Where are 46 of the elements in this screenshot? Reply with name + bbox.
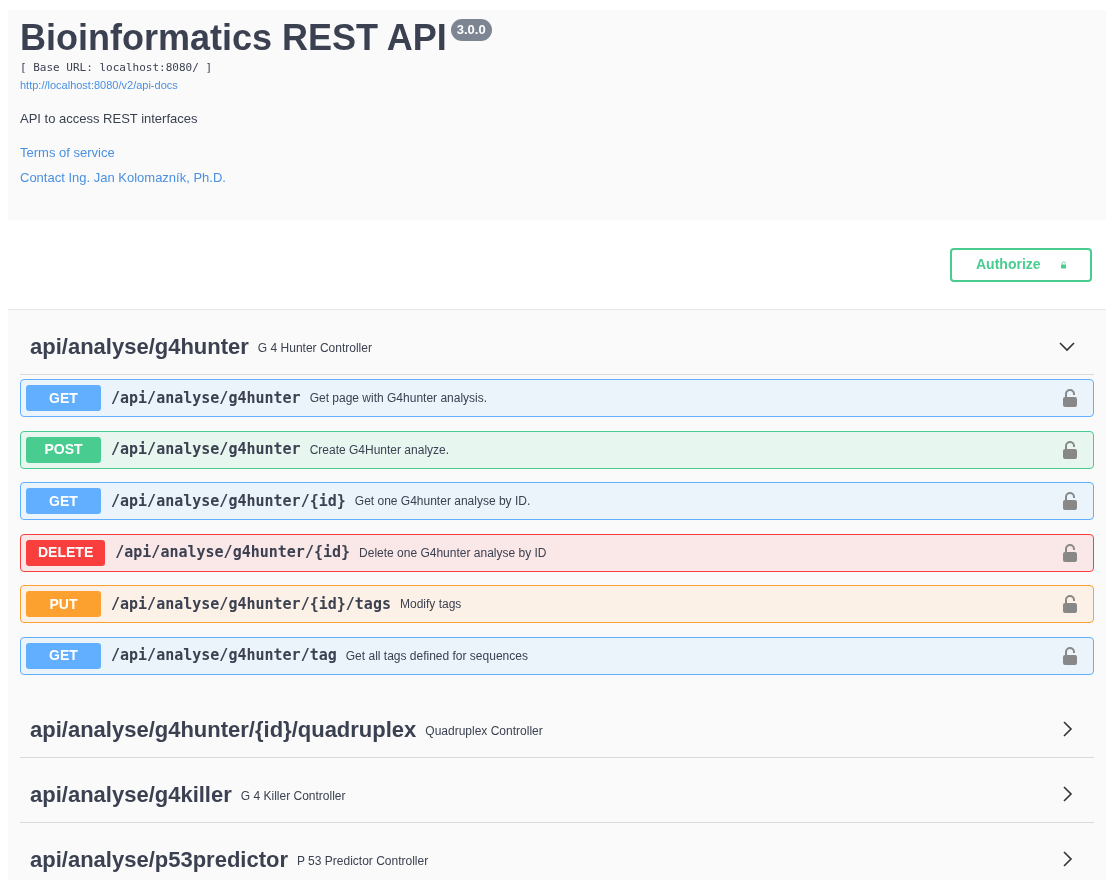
tag-header[interactable]: api/analyse/g4killer G 4 Killer Controller bbox=[20, 758, 1094, 823]
operation-row[interactable]: DELETE /api/analyse/g4hunter/{id} Delete one G4hunter analyse by ID bbox=[20, 533, 1094, 572]
lock-icon bbox=[1063, 440, 1077, 459]
tag-header[interactable]: api/analyse/g4hunter G 4 Hunter Controller bbox=[20, 310, 1094, 375]
lock-icon bbox=[1063, 646, 1077, 665]
operation-summary: Delete one G4hunter analyse by ID bbox=[359, 544, 547, 562]
operation-path: /api/analyse/g4hunter/{id}/tags bbox=[111, 593, 391, 615]
base-url: [ Base URL: localhost:8080/ ] bbox=[20, 60, 214, 76]
version-badge: 3.0.0 bbox=[450, 19, 492, 41]
lock-icon bbox=[1063, 389, 1077, 407]
method-badge: PUT bbox=[26, 591, 101, 617]
api-title: Bioinformatics REST API bbox=[20, 18, 447, 58]
method-badge: GET bbox=[26, 488, 101, 514]
operation-path: /api/analyse/g4hunter/tag bbox=[111, 645, 337, 667]
operation-path: /api/analyse/g4hunter/{id} bbox=[111, 490, 346, 512]
operation-row[interactable]: GET /api/analyse/g4hunter/{id} Get one G4hunter analyse by ID. bbox=[20, 482, 1094, 520]
lock-icon bbox=[1063, 492, 1077, 510]
operation-summary: Get all tags defined for sequences bbox=[345, 647, 528, 665]
operation-row[interactable]: GET /api/analyse/g4hunter/tag Get all tags defined for sequences bbox=[20, 636, 1094, 675]
operation-row[interactable]: PUT /api/analyse/g4hunter/{id}/tags Modify tags bbox=[20, 585, 1094, 623]
tag-name: api/analyse/g4hunter/{id}/quadruplex bbox=[30, 715, 417, 744]
operation-row[interactable]: POST /api/analyse/g4hunter Create G4Hunter analyze. bbox=[20, 430, 1094, 469]
operation-summary: Modify tags bbox=[399, 596, 462, 613]
method-badge: GET bbox=[26, 642, 101, 669]
operation-path: /api/analyse/g4hunter/{id} bbox=[115, 542, 351, 564]
tag-description: P 53 Predictor Controller bbox=[297, 853, 429, 870]
method-badge: GET bbox=[26, 385, 101, 411]
lock-icon bbox=[1063, 543, 1077, 562]
method-badge: DELETE bbox=[26, 539, 106, 566]
operation-path: /api/analyse/g4hunter bbox=[111, 387, 301, 409]
tag-description: G 4 Hunter Controller bbox=[257, 340, 372, 357]
lock-icon bbox=[1063, 595, 1077, 613]
operation-summary: Get one G4hunter analyse by ID. bbox=[354, 493, 531, 510]
operation-path: /api/analyse/g4hunter bbox=[111, 439, 301, 461]
tag-description: Quadruplex Controller bbox=[425, 723, 543, 740]
tag-name: api/analyse/p53predictor bbox=[30, 845, 288, 874]
operation-summary: Get page with G4hunter analysis. bbox=[309, 390, 488, 407]
operation-summary: Create G4Hunter analyze. bbox=[309, 441, 450, 459]
tag-header[interactable]: api/analyse/g4hunter/{id}/quadruplex Quadruplex Controller bbox=[20, 693, 1094, 758]
method-badge: POST bbox=[26, 436, 101, 463]
tag-name: api/analyse/g4killer bbox=[30, 780, 232, 809]
tag-description: G 4 Killer Controller bbox=[240, 788, 346, 805]
tag-header[interactable]: api/analyse/p53predictor P 53 Predictor Controller bbox=[20, 823, 1094, 880]
tag-name: api/analyse/g4hunter bbox=[30, 332, 249, 361]
operation-row[interactable]: GET /api/analyse/g4hunter Get page with G4hunter analysis. bbox=[20, 379, 1094, 417]
api-description: API to access REST interfaces bbox=[20, 110, 199, 128]
